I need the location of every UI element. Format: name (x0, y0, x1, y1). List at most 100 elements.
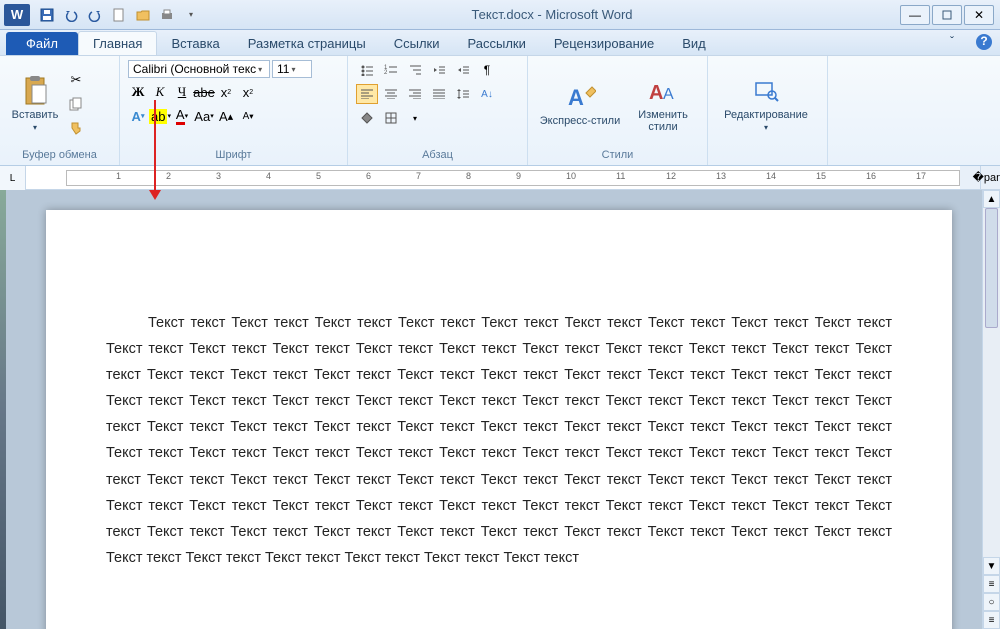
view-ruler-icon[interactable]: �pane (980, 166, 1000, 189)
change-styles-button[interactable]: AA Изменить стили (628, 60, 698, 147)
numbering-icon[interactable]: 12 (380, 60, 402, 80)
align-center-icon[interactable] (380, 84, 402, 104)
horizontal-ruler[interactable]: 1234567891011121314151617 (26, 166, 960, 189)
sort-icon[interactable]: A↓ (476, 84, 498, 104)
find-icon (750, 75, 782, 107)
window-title: Текст.docx - Microsoft Word (204, 7, 900, 22)
font-name-combo[interactable]: Calibri (Основной текс▾ (128, 60, 270, 78)
justify-icon[interactable] (428, 84, 450, 104)
svg-text:2: 2 (384, 70, 388, 76)
ruler-area: L 1234567891011121314151617 �pane (0, 166, 1000, 190)
group-clipboard: Вставить ▾ ✂ Буфер обмена (0, 56, 120, 165)
group-editing: Редактирование ▾ (708, 56, 828, 165)
open-icon[interactable] (134, 6, 152, 24)
strike-button[interactable]: abe (194, 82, 214, 102)
tab-home[interactable]: Главная (78, 31, 157, 55)
shrink-font-icon[interactable]: A▾ (238, 106, 258, 126)
font-size-value: 11 (277, 62, 289, 76)
ruler-number: 4 (266, 171, 271, 181)
quick-access-toolbar: ▾ (34, 6, 204, 24)
redo-icon[interactable] (86, 6, 104, 24)
align-right-icon[interactable] (404, 84, 426, 104)
border-dropdown-icon[interactable]: ▾ (404, 108, 426, 128)
shading-icon[interactable] (356, 108, 378, 128)
underline-button[interactable]: Ч (172, 82, 192, 102)
editing-button[interactable]: Редактирование ▾ (716, 60, 816, 147)
ruler-number: 13 (716, 171, 726, 181)
group-styles: A Экспресс-стили AA Изменить стили Стили (528, 56, 708, 165)
italic-button[interactable]: К (150, 82, 170, 102)
ruler-number: 6 (366, 171, 371, 181)
decrease-indent-icon[interactable] (428, 60, 450, 80)
tab-page-layout[interactable]: Разметка страницы (234, 32, 380, 55)
bold-button[interactable]: Ж (128, 82, 148, 102)
ruler-number: 2 (166, 171, 171, 181)
superscript-button[interactable]: x2 (238, 82, 258, 102)
cut-icon[interactable]: ✂ (66, 70, 86, 90)
ruler-number: 8 (466, 171, 471, 181)
show-marks-icon[interactable]: ¶ (476, 60, 498, 80)
paste-label: Вставить (12, 109, 59, 121)
new-icon[interactable] (110, 6, 128, 24)
scroll-track[interactable] (983, 208, 1000, 557)
undo-icon[interactable] (62, 6, 80, 24)
format-painter-icon[interactable] (66, 118, 86, 138)
maximize-button[interactable] (932, 5, 962, 25)
paste-button[interactable]: Вставить ▾ (8, 60, 62, 147)
vertical-scrollbar: ▲ ▼ ≡ ○ ≡ (982, 190, 1000, 629)
close-button[interactable]: ✕ (964, 5, 994, 25)
group-editing-label (716, 147, 819, 163)
prev-page-icon[interactable]: ≡ (983, 575, 1000, 593)
document-page[interactable]: Текст текст Текст текст Текст текст Текс… (46, 210, 952, 629)
minimize-button[interactable]: — (900, 5, 930, 25)
quick-styles-label: Экспресс-стили (540, 115, 620, 127)
next-page-icon[interactable]: ≡ (983, 611, 1000, 629)
font-size-combo[interactable]: 11▾ (272, 60, 312, 78)
ruler-number: 7 (416, 171, 421, 181)
align-left-icon[interactable] (356, 84, 378, 104)
tab-selector-icon[interactable]: L (0, 166, 26, 190)
scroll-thumb[interactable] (985, 208, 998, 328)
group-paragraph: 12 ¶ A↓ ▾ Абзац (348, 56, 528, 165)
line-spacing-icon[interactable] (452, 84, 474, 104)
qat-customize-icon[interactable]: ▾ (182, 6, 200, 24)
save-icon[interactable] (38, 6, 56, 24)
copy-icon[interactable] (66, 94, 86, 114)
group-paragraph-label: Абзац (356, 147, 519, 163)
font-color-icon[interactable]: A▾ (172, 106, 192, 126)
minimize-ribbon-icon[interactable]: ˇ (950, 34, 966, 50)
browse-object-icon[interactable]: ○ (983, 593, 1000, 611)
grow-font-icon[interactable]: A▴ (216, 106, 236, 126)
multilevel-icon[interactable] (404, 60, 426, 80)
svg-text:A: A (568, 85, 584, 110)
change-styles-icon: AA (647, 75, 679, 107)
svg-text:A: A (663, 86, 674, 103)
file-tab[interactable]: Файл (6, 32, 78, 55)
highlight-icon[interactable]: ab▾ (150, 106, 170, 126)
change-case-icon[interactable]: Aa▾ (194, 106, 214, 126)
quick-print-icon[interactable] (158, 6, 176, 24)
tab-insert[interactable]: Вставка (157, 32, 233, 55)
document-area: Текст текст Текст текст Текст текст Текс… (0, 190, 1000, 629)
tab-mailings[interactable]: Рассылки (454, 32, 540, 55)
borders-icon[interactable] (380, 108, 402, 128)
ruler-number: 17 (916, 171, 926, 181)
ruler-number: 15 (816, 171, 826, 181)
help-icon[interactable]: ? (976, 34, 992, 50)
group-styles-label: Стили (536, 147, 699, 163)
tab-review[interactable]: Рецензирование (540, 32, 668, 55)
document-text[interactable]: Текст текст Текст текст Текст текст Текс… (106, 310, 892, 571)
subscript-button[interactable]: x2 (216, 82, 236, 102)
quick-styles-button[interactable]: A Экспресс-стили (536, 60, 624, 147)
ruler-number: 11 (616, 171, 625, 181)
ribbon-tabs: Файл Главная Вставка Разметка страницы С… (0, 30, 1000, 56)
scroll-up-icon[interactable]: ▲ (983, 190, 1000, 208)
tab-references[interactable]: Ссылки (380, 32, 454, 55)
text-effects-icon[interactable]: A▾ (128, 106, 148, 126)
ruler-number: 5 (316, 171, 321, 181)
annotation-red-arrow (154, 100, 156, 192)
increase-indent-icon[interactable] (452, 60, 474, 80)
scroll-down-icon[interactable]: ▼ (983, 557, 1000, 575)
tab-view[interactable]: Вид (668, 32, 720, 55)
bullets-icon[interactable] (356, 60, 378, 80)
